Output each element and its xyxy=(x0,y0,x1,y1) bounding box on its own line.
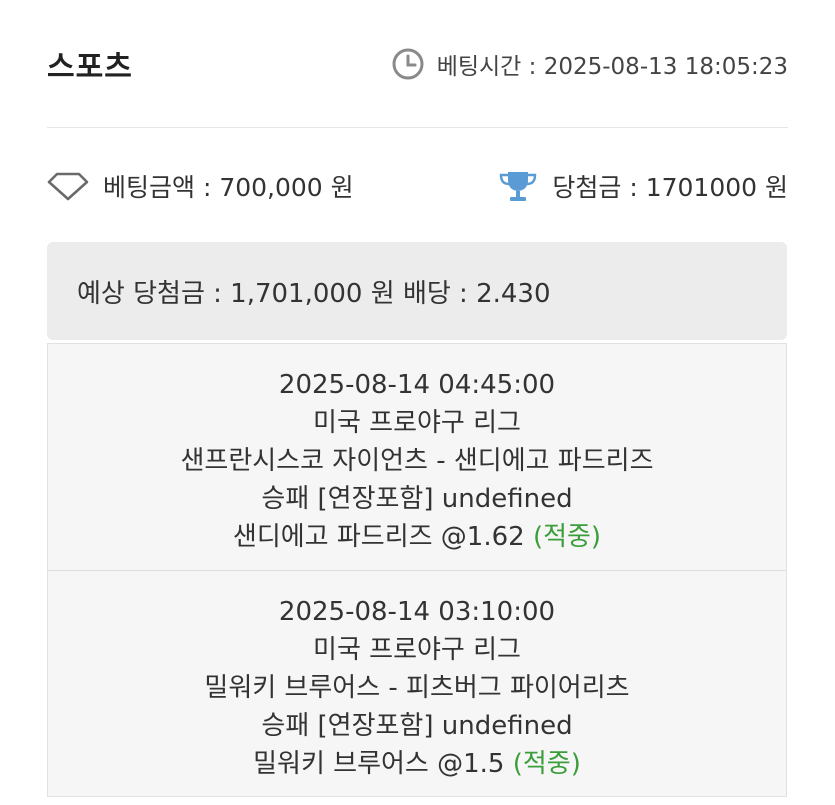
result-badge: (적중) xyxy=(512,749,581,779)
bet-detail-page: 스포츠 베팅시간 : 2025-08-13 18:05:23 베팅금액 : 70… xyxy=(0,0,835,805)
expected-winnings-panel: 예상 당첨금 : 1,701,000 원 배당 : 2.430 xyxy=(47,242,787,340)
bet-item: 2025-08-14 03:10:00 미국 프로야구 리그 밀워키 브루어스 … xyxy=(48,570,786,796)
bet-summary: 베팅금액 : 700,000 원 당첨금 : 1701000 원 xyxy=(47,160,788,212)
match-teams: 밀워키 브루어스 - 피츠버그 파이어리츠 xyxy=(204,673,630,703)
result-badge: (적중) xyxy=(532,522,602,552)
trophy-icon xyxy=(498,169,538,203)
bet-list: 2025-08-14 04:45:00 미국 프로야구 리그 샌프란시스코 자이… xyxy=(47,343,787,797)
win-amount-text: 당첨금 : 1701000 원 xyxy=(552,173,788,202)
pick-text: 샌디에고 파드리즈 @1.62 xyxy=(232,522,525,552)
bet-pick: 밀워키 브루어스 @1.5 (적중) xyxy=(48,745,786,783)
bet-pick: 샌디에고 파드리즈 @1.62 (적중) xyxy=(48,518,786,556)
divider xyxy=(47,127,788,128)
bet-amount-text: 베팅금액 : 700,000 원 xyxy=(103,173,354,202)
match-datetime: 2025-08-14 03:10:00 xyxy=(278,597,556,627)
league-name: 미국 프로야구 리그 xyxy=(313,408,521,438)
bet-item: 2025-08-14 04:45:00 미국 프로야구 리그 샌프란시스코 자이… xyxy=(48,344,786,570)
pick-text: 밀워키 브루어스 @1.5 xyxy=(253,749,505,779)
win-amount: 당첨금 : 1701000 원 xyxy=(498,168,788,204)
market-type: 승패 [연장포함] undefined xyxy=(261,711,573,741)
bet-time-text: 베팅시간 : 2025-08-13 18:05:23 xyxy=(436,54,788,80)
expected-winnings: 예상 당첨금 : 1,701,000 원 xyxy=(77,278,395,309)
bet-amount: 베팅금액 : 700,000 원 xyxy=(47,168,354,204)
odds: 배당 : 2.430 xyxy=(402,278,551,309)
market-type: 승패 [연장포함] undefined xyxy=(261,484,573,514)
header: 스포츠 베팅시간 : 2025-08-13 18:05:23 xyxy=(47,36,788,92)
match-teams: 샌프란시스코 자이언츠 - 샌디에고 파드리즈 xyxy=(180,446,654,476)
league-name: 미국 프로야구 리그 xyxy=(313,635,521,665)
match-datetime: 2025-08-14 04:45:00 xyxy=(278,370,556,400)
bet-time: 베팅시간 : 2025-08-13 18:05:23 xyxy=(391,47,788,81)
page-title: 스포츠 xyxy=(47,50,133,85)
clock-icon xyxy=(391,47,425,81)
diamond-icon xyxy=(47,171,89,201)
